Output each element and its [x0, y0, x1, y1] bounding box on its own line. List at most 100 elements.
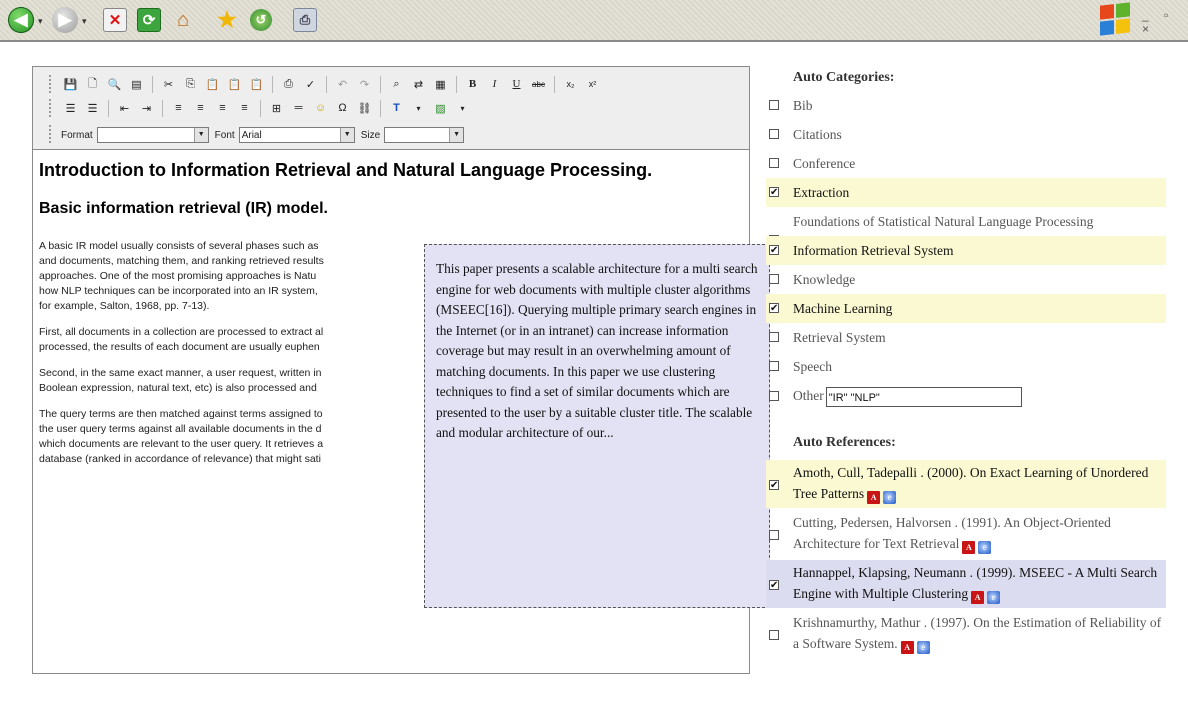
category-item: ✔ Extraction: [766, 178, 1166, 207]
category-checkbox[interactable]: [769, 332, 779, 342]
background-color-icon[interactable]: ▨: [431, 99, 450, 118]
document-subtitle: Basic information retrieval (IR) model.: [39, 200, 328, 217]
web-link-icon[interactable]: e: [883, 491, 897, 504]
category-item: Foundations of Statistical Natural Langu…: [766, 207, 1166, 245]
new-document-icon[interactable]: 🗋: [83, 75, 102, 94]
replace-icon[interactable]: ⇄: [409, 75, 428, 94]
windows-logo-icon: [1100, 2, 1130, 36]
category-checkbox[interactable]: [769, 129, 779, 139]
size-select[interactable]: ▼: [384, 127, 465, 143]
document-title: Introduction to Information Retrieval an…: [39, 160, 653, 180]
web-link-icon[interactable]: e: [916, 641, 930, 654]
outdent-icon[interactable]: ⇤: [115, 99, 134, 118]
category-checkbox[interactable]: ✔: [769, 245, 779, 256]
home-icon: ⌂: [176, 8, 190, 31]
back-dropdown-icon[interactable]: ▾: [38, 16, 43, 27]
select-all-icon[interactable]: ▦: [431, 75, 450, 94]
category-label: Information Retrieval System: [793, 243, 954, 258]
category-label: Machine Learning: [793, 301, 893, 316]
forward-arrow-icon: ▶: [52, 7, 78, 33]
font-label: Font: [214, 129, 235, 141]
bold-icon[interactable]: B: [463, 75, 482, 94]
category-checkbox[interactable]: ✔: [769, 303, 779, 314]
link-icon[interactable]: ⛓: [355, 99, 374, 118]
paste-icon[interactable]: 📋: [203, 75, 222, 94]
copy-icon[interactable]: ⎘: [181, 75, 200, 94]
stop-button[interactable]: ✕: [102, 7, 128, 33]
background-color-dropdown-icon[interactable]: ▾: [453, 99, 472, 118]
numbered-list-icon[interactable]: ☰: [61, 99, 80, 118]
reference-item: ✔ Amoth, Cull, Tadepalli . (2000). On Exa…: [766, 460, 1166, 508]
category-label: Speech: [793, 359, 832, 374]
subscript-icon[interactable]: x₂: [561, 75, 580, 94]
spellcheck-icon[interactable]: ✓: [301, 75, 320, 94]
text-color-dropdown-icon[interactable]: ▾: [409, 99, 428, 118]
find-icon[interactable]: ⌕: [387, 75, 406, 94]
format-select[interactable]: ▼: [96, 127, 209, 143]
reference-item: Cutting, Pedersen, Halvorsen . (1991). A…: [766, 510, 1166, 558]
category-label: Retrieval System: [793, 330, 886, 345]
align-left-icon[interactable]: ≡: [169, 99, 188, 118]
reference-checkbox[interactable]: [769, 530, 779, 540]
save-icon[interactable]: 💾: [61, 75, 80, 94]
templates-icon[interactable]: ▤: [127, 75, 146, 94]
print-button[interactable]: ⎙: [292, 7, 318, 33]
pdf-icon[interactable]: A: [971, 591, 985, 604]
font-select[interactable]: Arial ▼: [238, 127, 355, 143]
forward-dropdown-icon[interactable]: ▾: [82, 16, 87, 27]
cut-icon[interactable]: ✂: [159, 75, 178, 94]
align-center-icon[interactable]: ≡: [191, 99, 210, 118]
italic-icon[interactable]: I: [485, 75, 504, 94]
category-checkbox[interactable]: ✔: [769, 187, 779, 198]
category-checkbox[interactable]: [769, 158, 779, 168]
home-button[interactable]: ⌂: [170, 7, 196, 33]
pdf-icon[interactable]: A: [867, 491, 881, 504]
justify-icon[interactable]: ≡: [235, 99, 254, 118]
star-icon: ★: [217, 7, 237, 32]
category-checkbox[interactable]: [769, 361, 779, 371]
align-right-icon[interactable]: ≡: [213, 99, 232, 118]
history-button[interactable]: ↺: [248, 7, 274, 33]
category-other-checkbox[interactable]: [769, 391, 779, 401]
pdf-icon[interactable]: A: [962, 541, 976, 554]
category-checkbox[interactable]: [769, 100, 779, 110]
web-link-icon[interactable]: e: [987, 591, 1001, 604]
reference-checkbox[interactable]: ✔: [769, 580, 779, 591]
print-icon[interactable]: ⎙: [279, 75, 298, 94]
other-input[interactable]: "IR" "NLP": [825, 386, 1022, 407]
forward-button[interactable]: ▶: [52, 7, 78, 33]
category-item: ✔ Machine Learning: [766, 294, 1166, 323]
favorites-button[interactable]: ★: [214, 7, 240, 33]
window-controls[interactable]: _ ▫ ×: [1142, 8, 1188, 36]
strikethrough-icon[interactable]: abc: [529, 75, 548, 94]
back-button[interactable]: ◀: [8, 7, 34, 33]
web-link-icon[interactable]: e: [978, 541, 992, 554]
underline-icon[interactable]: U: [507, 75, 526, 94]
horizontal-rule-icon[interactable]: ═: [289, 99, 308, 118]
reference-checkbox[interactable]: ✔: [769, 480, 779, 491]
superscript-icon[interactable]: x²: [583, 75, 602, 94]
editor-toolbar: 💾 🗋 🔍 ▤ ✂ ⎘ 📋 📋 📋 ⎙ ✓ ↶ ↷ ⌕ ⇄ ▦ B I U ab…: [33, 67, 749, 150]
preview-icon[interactable]: 🔍: [105, 75, 124, 94]
reference-checkbox[interactable]: [769, 630, 779, 640]
special-char-icon[interactable]: Ω: [333, 99, 352, 118]
pdf-icon[interactable]: A: [900, 641, 914, 654]
reference-item: ✔ Hannappel, Klapsing, Neumann . (1999). …: [766, 560, 1166, 608]
indent-icon[interactable]: ⇥: [137, 99, 156, 118]
category-item: Retrieval System: [766, 323, 1166, 352]
category-checkbox[interactable]: [769, 274, 779, 284]
chevron-down-icon: ▼: [339, 128, 354, 142]
table-icon[interactable]: ⊞: [267, 99, 286, 118]
paste-word-icon[interactable]: 📋: [247, 75, 266, 94]
category-label: Extraction: [793, 185, 850, 200]
reference-text: Amoth, Cull, Tadepalli . (2000). On Exac…: [793, 465, 1149, 501]
abstract-text: This paper presents a scalable architect…: [436, 261, 758, 440]
toolbar-grip[interactable]: [49, 75, 55, 93]
undo-icon[interactable]: ↶: [333, 75, 352, 94]
refresh-button[interactable]: ⟳: [136, 7, 162, 33]
redo-icon[interactable]: ↷: [355, 75, 374, 94]
smiley-icon[interactable]: ☺: [311, 99, 330, 118]
paste-text-icon[interactable]: 📋: [225, 75, 244, 94]
bulleted-list-icon[interactable]: ☰: [83, 99, 102, 118]
text-color-icon[interactable]: T: [387, 99, 406, 118]
